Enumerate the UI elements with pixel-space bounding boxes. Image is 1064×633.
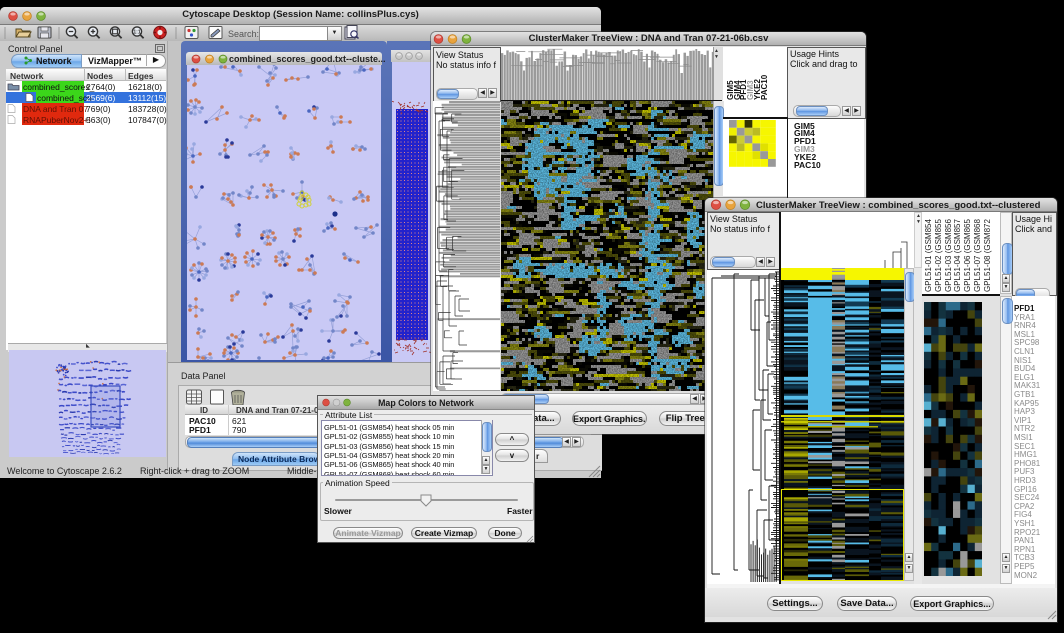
svg-text:1:1: 1:1 [133,30,140,36]
